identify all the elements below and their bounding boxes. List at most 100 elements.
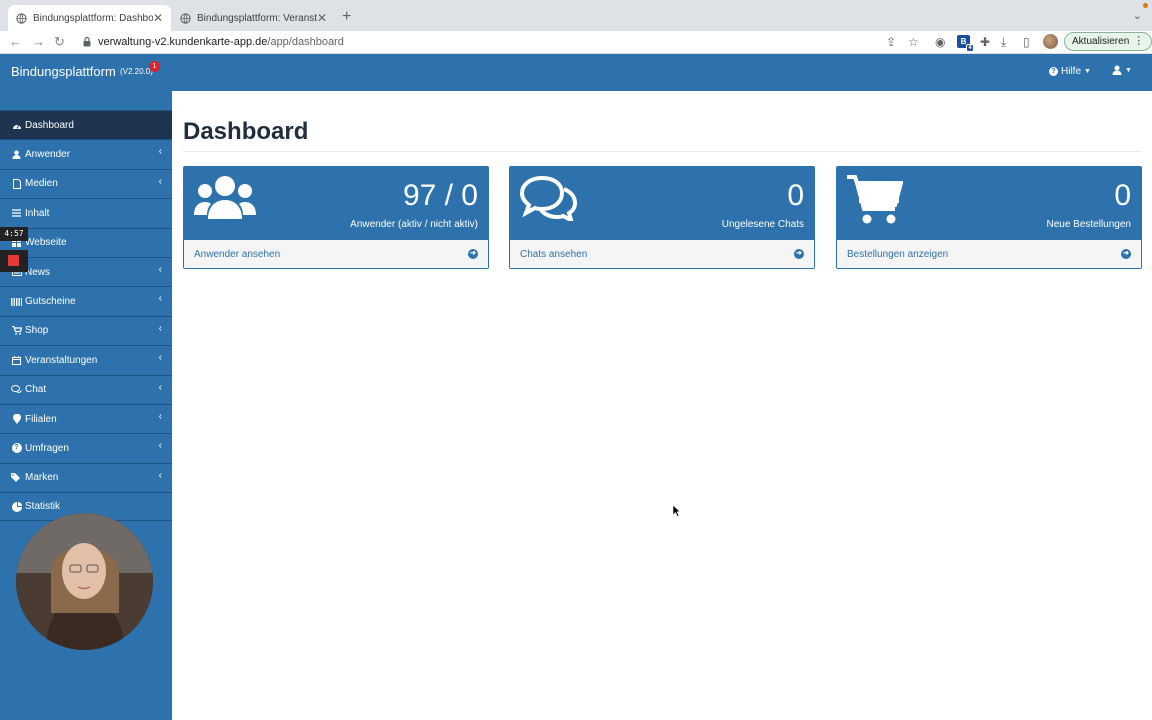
update-button-label: Aktualisieren (1072, 36, 1130, 47)
browser-tab-dashboard[interactable]: Bindungsplattform: Dashboard ✕ (8, 5, 171, 31)
caret-down-icon: ▼ (1125, 66, 1132, 74)
sidebar-item-label: Gutscheine (25, 296, 76, 308)
question-circle-icon: ? (1049, 67, 1058, 76)
lock-icon[interactable] (83, 37, 91, 47)
card-value: 0 (1114, 179, 1131, 212)
sidebar-item-label: News (25, 266, 51, 278)
stat-card-anwender: 97 / 0 Anwender (aktiv / nicht aktiv) An… (183, 166, 489, 269)
url-domain: verwaltung-v2.kundenkarte-app.de (98, 36, 268, 48)
new-tab-icon[interactable]: + (342, 8, 351, 26)
profile-avatar[interactable] (1043, 34, 1058, 49)
sidebar-item-marken[interactable]: Marken ‹ (0, 462, 172, 492)
extension-badge-count: 4 (966, 44, 974, 52)
chevron-left-icon: ‹ (158, 381, 162, 393)
update-button[interactable]: Aktualisieren ⋮ (1064, 32, 1152, 51)
tab-search-chevron-icon[interactable]: ⌄ (1133, 9, 1142, 22)
reload-icon[interactable]: ↻ (54, 34, 65, 50)
stop-icon (8, 255, 19, 266)
stat-card-bestellungen: 0 Neue Bestellungen Bestellungen anzeige… (836, 166, 1142, 269)
calendar-icon (11, 355, 22, 365)
cart-icon (11, 326, 22, 336)
pie-chart-icon (11, 501, 22, 512)
arrow-circle-right-icon: ➔ (794, 249, 804, 259)
sidebar: Dashboard Anwender ‹ Medien ‹ Inhalt Web… (0, 91, 172, 720)
side-panel-icon[interactable]: ▯ (1023, 35, 1030, 49)
arrow-circle-right-icon: ➔ (1121, 249, 1131, 259)
users-icon (194, 176, 256, 219)
card-link-bestellungen[interactable]: Bestellungen anzeigen ➔ (837, 240, 1141, 268)
close-tab-icon[interactable]: ✕ (153, 11, 163, 25)
sidebar-item-dashboard[interactable]: Dashboard (0, 110, 172, 140)
card-value: 0 (787, 179, 804, 212)
barcode-icon (11, 297, 22, 307)
sidebar-item-shop[interactable]: Shop ‹ (0, 315, 172, 345)
globe-icon (180, 12, 191, 24)
chevron-left-icon: ‹ (158, 469, 162, 481)
question-icon: ? (11, 443, 22, 454)
sidebar-item-umfragen[interactable]: ? Umfragen ‹ (0, 433, 172, 462)
sidebar-item-inhalt[interactable]: Inhalt (0, 198, 172, 227)
sidebar-item-filialen[interactable]: Filialen ‹ (0, 403, 172, 433)
sidebar-item-gutscheine[interactable]: Gutscheine ‹ (0, 286, 172, 315)
chevron-left-icon: ‹ (158, 352, 162, 364)
more-menu-icon[interactable]: ⋮ (1133, 33, 1144, 50)
sidebar-item-chat[interactable]: Chat ‹ (0, 374, 172, 404)
bookmark-star-icon[interactable]: ☆ (908, 35, 919, 49)
card-link-label: Anwender ansehen (194, 248, 281, 260)
sidebar-item-label: Dashboard (25, 119, 74, 131)
sidebar-item-label: Veranstaltungen (25, 354, 98, 366)
sidebar-item-label: Shop (25, 325, 49, 337)
chevron-left-icon: ‹ (158, 440, 162, 452)
app-header: Bindungsplattform (V2.20.0) 1 ? Hilfe ▼ … (0, 54, 1152, 91)
chat-icon (11, 385, 22, 395)
user-menu[interactable]: ▼ (1112, 65, 1132, 75)
forward-icon[interactable]: → (32, 34, 45, 49)
sidebar-item-veranstaltungen[interactable]: Veranstaltungen ‹ (0, 345, 172, 374)
card-header: 0 Neue Bestellungen (837, 167, 1141, 240)
browser-tab-veranstaltungen[interactable]: Bindungsplattform: Veranstaltu ✕ (172, 5, 335, 31)
map-pin-icon (11, 414, 22, 425)
notification-badge[interactable]: 1 (149, 61, 160, 72)
puzzle-extensions-icon[interactable]: ✚ (980, 35, 990, 49)
sidebar-item-label: Anwender (25, 149, 71, 161)
card-label: Anwender (aktiv / nicht aktiv) (350, 219, 478, 230)
card-label: Ungelesene Chats (721, 219, 804, 230)
user-icon (1112, 65, 1122, 75)
card-label: Neue Bestellungen (1046, 219, 1131, 230)
chevron-left-icon: ‹ (158, 263, 162, 275)
chevron-left-icon: ‹ (158, 175, 162, 187)
share-icon[interactable]: ⇪ (886, 35, 896, 49)
shopping-cart-icon (847, 175, 903, 224)
password-manager-icon[interactable]: ◉ (935, 35, 945, 49)
stat-card-chats: 0 Ungelesene Chats Chats ansehen ➔ (509, 166, 815, 269)
chevron-left-icon: ‹ (158, 146, 162, 158)
notification-dot (1143, 3, 1148, 8)
card-link-chats[interactable]: Chats ansehen ➔ (510, 240, 814, 268)
brand-title[interactable]: Bindungsplattform (11, 64, 116, 79)
card-header: 97 / 0 Anwender (aktiv / nicht aktiv) (184, 167, 488, 240)
sidebar-item-label: Chat (25, 384, 47, 396)
extension-icon[interactable]: B4 (957, 35, 974, 52)
recording-timer: 4:57 (0, 227, 28, 241)
stop-recording-button[interactable] (0, 250, 28, 272)
download-icon[interactable]: ⤓ (1001, 35, 1006, 50)
card-link-anwender[interactable]: Anwender ansehen ➔ (184, 240, 488, 268)
chevron-left-icon: ‹ (158, 322, 162, 334)
arrow-circle-right-icon: ➔ (468, 249, 478, 259)
comments-icon (520, 175, 578, 221)
card-link-label: Bestellungen anzeigen (847, 248, 949, 260)
sidebar-item-anwender[interactable]: Anwender ‹ (0, 139, 172, 168)
address-bar[interactable]: verwaltung-v2.kundenkarte-app.de/app/das… (98, 36, 344, 48)
dashboard-icon (11, 120, 22, 130)
close-tab-icon[interactable]: ✕ (317, 11, 327, 25)
sidebar-item-label: Marken (25, 472, 59, 484)
webcam-overlay (16, 513, 153, 650)
url-path: /app/dashboard (267, 36, 344, 48)
back-icon[interactable]: ← (9, 34, 22, 49)
sidebar-item-label: Medien (25, 178, 58, 190)
sidebar-item-medien[interactable]: Medien ‹ (0, 168, 172, 198)
help-menu[interactable]: ? Hilfe ▼ (1049, 66, 1091, 77)
browser-tab-bar: Bindungsplattform: Dashboard ✕ Bindungsp… (0, 0, 1152, 31)
tab-title: Bindungsplattform: Veranstaltu (197, 12, 317, 24)
card-link-label: Chats ansehen (520, 248, 588, 260)
